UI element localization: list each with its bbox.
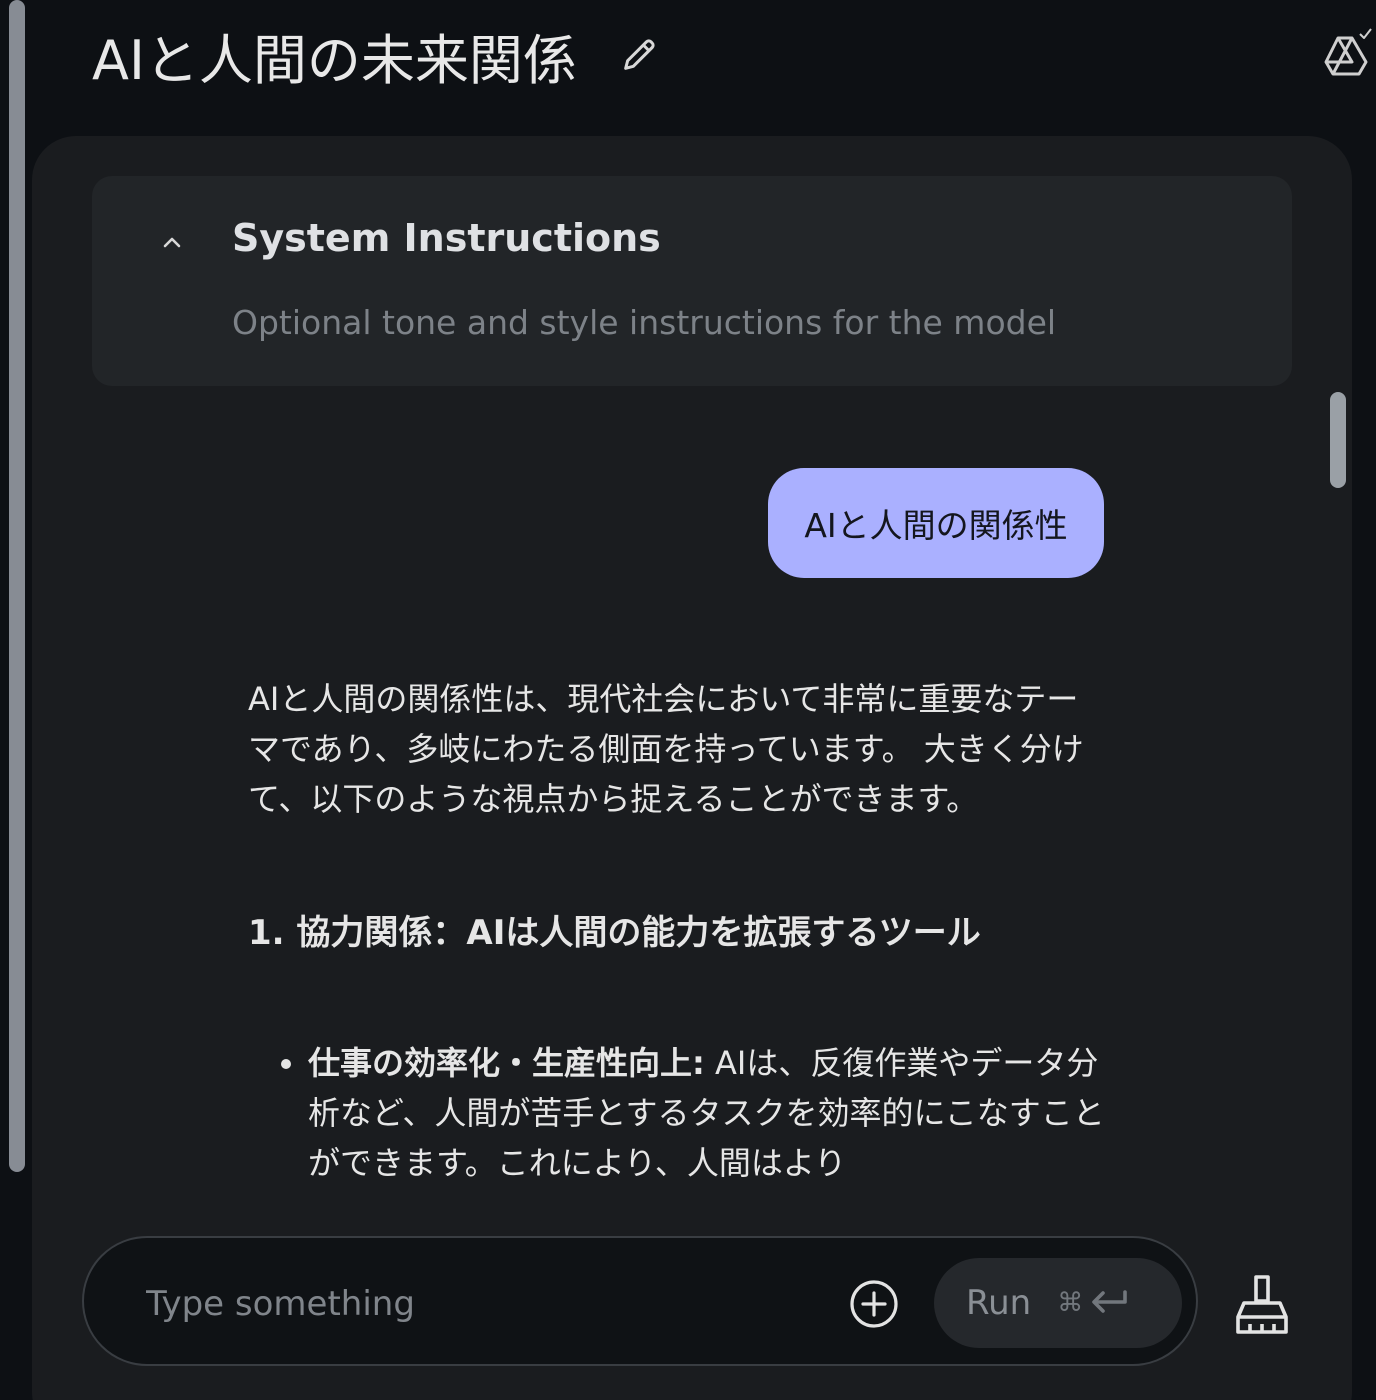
enter-arrow-icon — [1092, 1290, 1128, 1313]
response-intro: AIと人間の関係性は、現代社会において非常に重要なテーマであり、多岐にわたる側面… — [248, 680, 1084, 818]
page-title: AIと人間の未来関係 — [92, 28, 577, 92]
app-window: AIと人間の未来関係 System Instructions Optional … — [0, 0, 1376, 1400]
run-label: Run — [966, 1283, 1032, 1323]
sidebar-scrollbar[interactable] — [9, 0, 25, 1172]
run-button[interactable]: Run ⌘ — [934, 1258, 1182, 1348]
command-key-icon: ⌘ — [1057, 1288, 1084, 1318]
run-shortcut: ⌘ — [1057, 1288, 1129, 1318]
drive-saved-icon[interactable] — [1318, 26, 1374, 82]
user-message-bubble[interactable]: AIと人間の関係性 — [768, 468, 1104, 578]
chat-scrollbar[interactable] — [1330, 392, 1346, 488]
system-instructions-box[interactable]: System Instructions Optional tone and st… — [92, 176, 1292, 386]
broom-icon[interactable] — [1232, 1272, 1292, 1336]
response-bullet-list: 仕事の効率化・生産性向上: AIは、反復作業やデータ分析など、人間が苦手とするタ… — [248, 1038, 1108, 1188]
add-circle-icon[interactable] — [848, 1278, 900, 1330]
chat-panel: System Instructions Optional tone and st… — [32, 136, 1352, 1400]
prompt-composer: Run ⌘ — [82, 1236, 1198, 1366]
prompt-input[interactable] — [144, 1278, 788, 1330]
chevron-up-icon[interactable] — [156, 226, 188, 258]
system-instructions-input[interactable]: Optional tone and style instructions for… — [232, 303, 1056, 342]
response-heading: 1. 協力関係：AIは人間の能力を拡張するツール — [248, 913, 981, 953]
header: AIと人間の未来関係 — [92, 18, 661, 92]
list-item: 仕事の効率化・生産性向上: AIは、反復作業やデータ分析など、人間が苦手とするタ… — [308, 1038, 1108, 1188]
system-instructions-title: System Instructions — [232, 216, 661, 260]
pencil-icon[interactable] — [617, 33, 661, 77]
bullet-title: 仕事の効率化・生産性向上: — [308, 1044, 705, 1082]
model-response: AIと人間の関係性は、現代社会において非常に重要なテーマであり、多岐にわたる側面… — [248, 674, 1108, 1202]
